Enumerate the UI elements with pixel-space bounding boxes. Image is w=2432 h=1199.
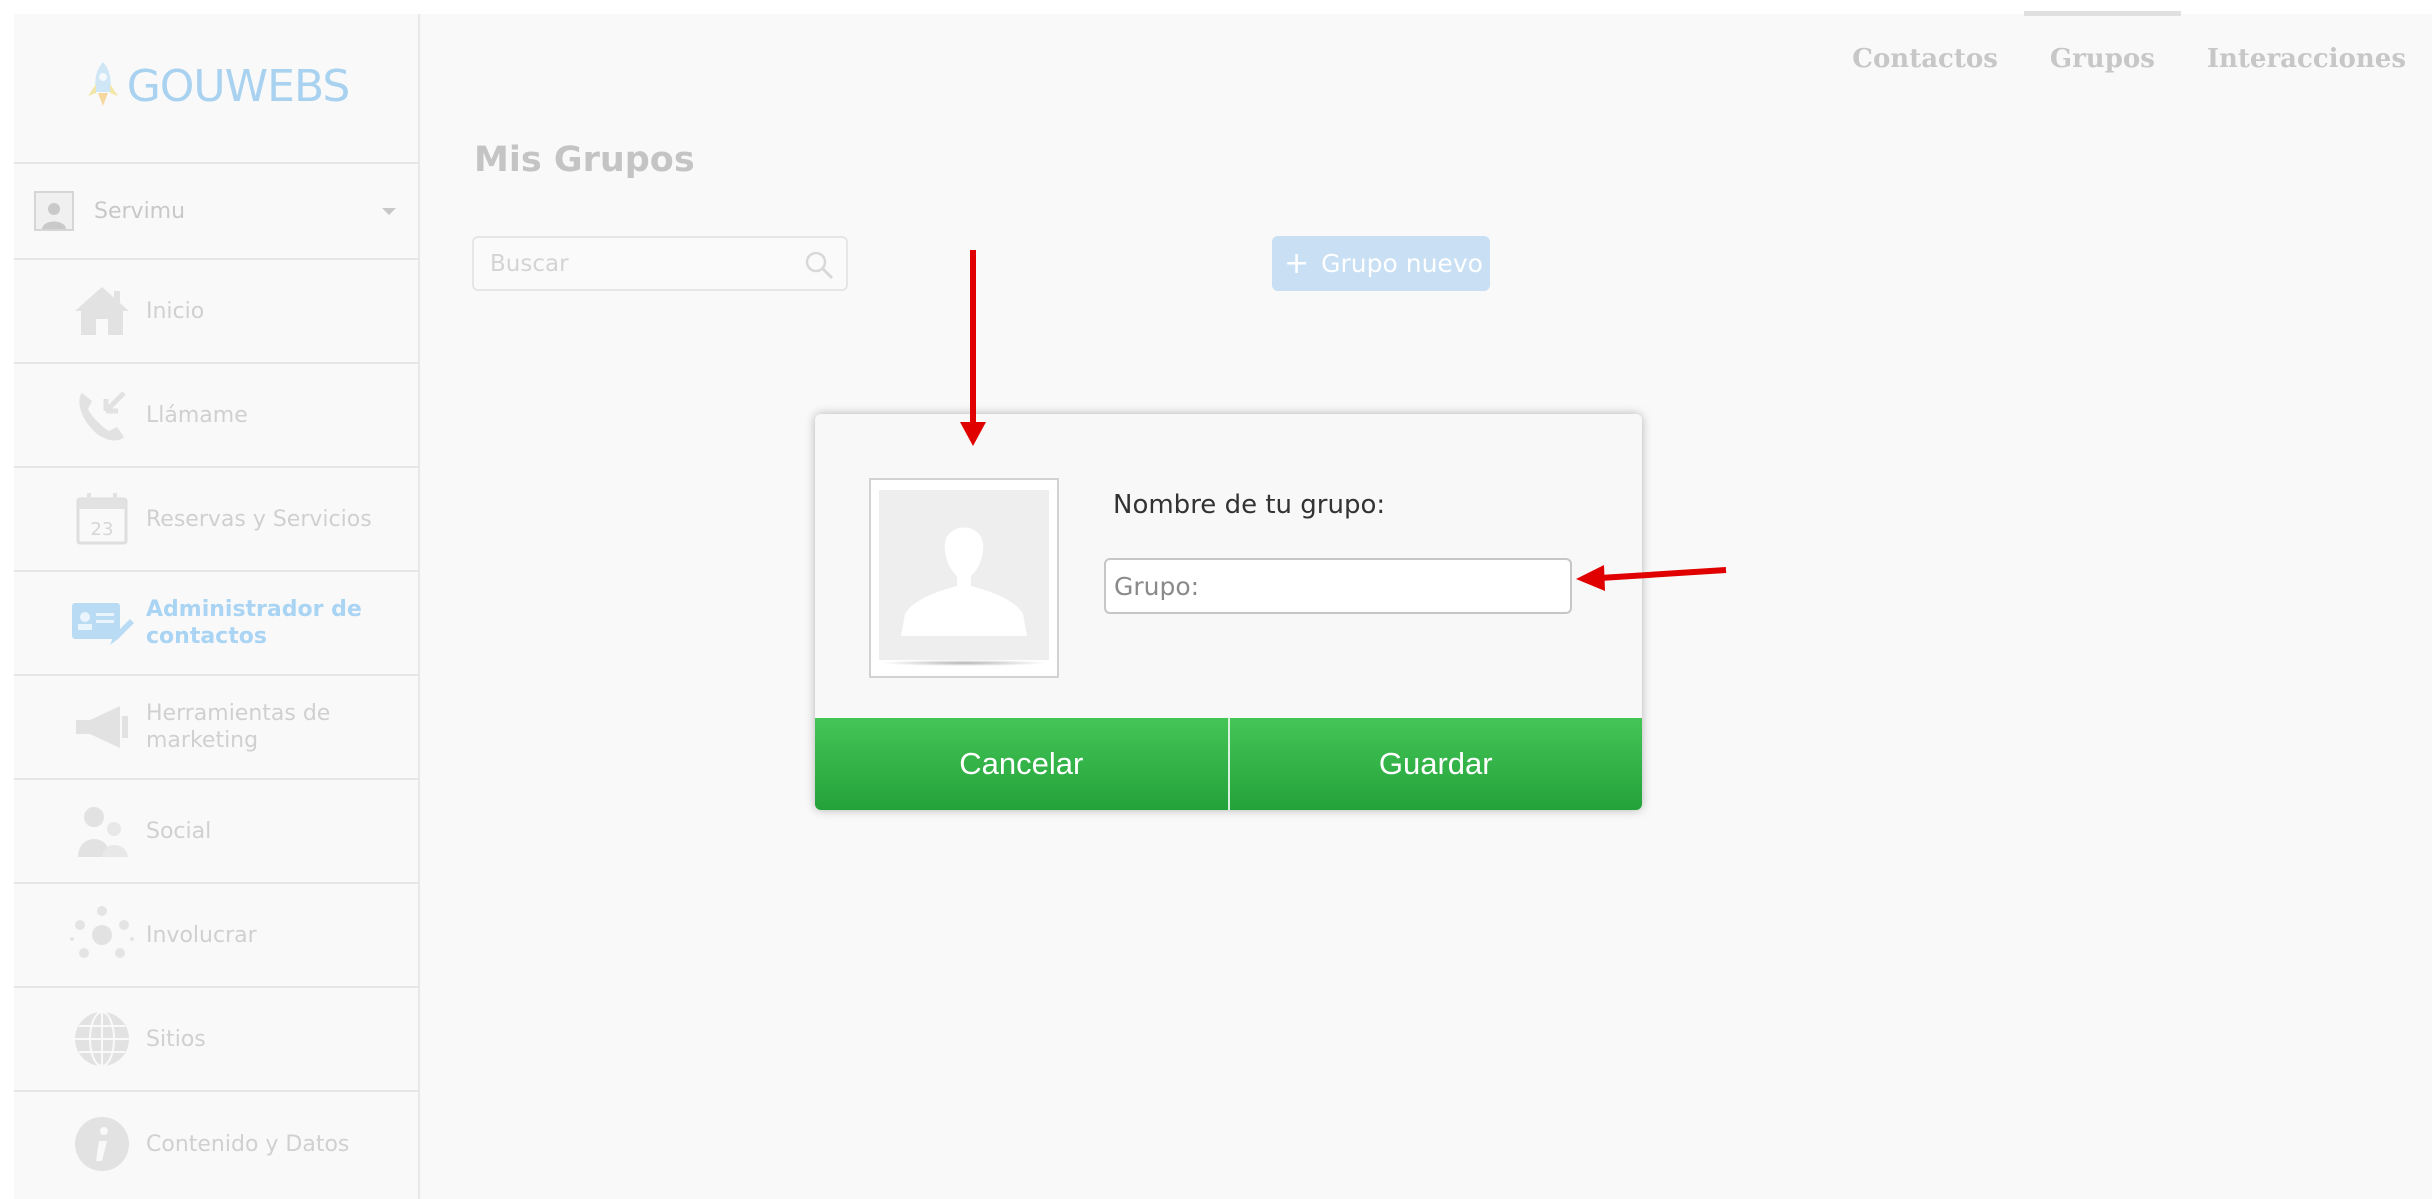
- plus-icon: +: [1284, 245, 1310, 281]
- calendar-icon: 23: [70, 487, 134, 551]
- new-group-button[interactable]: + Grupo nuevo: [1272, 236, 1490, 291]
- network-icon: [70, 903, 134, 967]
- modal-actions: Cancelar Guardar: [815, 718, 1642, 810]
- phone-icon: [70, 383, 134, 447]
- people-icon: [70, 799, 134, 863]
- top-nav: Contactos Grupos Interacciones: [1826, 11, 2432, 104]
- sidebar-item-label: Inicio: [146, 298, 205, 324]
- sidebar-item-contenido-y-datos[interactable]: Contenido y Datos: [14, 1092, 418, 1196]
- search-box: [472, 236, 848, 291]
- tab-grupos[interactable]: Grupos: [2023, 11, 2181, 104]
- new-group-label: Grupo nuevo: [1321, 249, 1483, 278]
- logo-text: GOUWEBS: [126, 60, 351, 112]
- info-icon: [70, 1112, 134, 1176]
- account-selector[interactable]: Servimu: [14, 164, 418, 260]
- sidebar-item-sitios[interactable]: Sitios: [14, 988, 418, 1092]
- sidebar-item-label: Sitios: [146, 1026, 206, 1052]
- page-title: Mis Grupos: [474, 140, 695, 180]
- tab-interacciones[interactable]: Interacciones: [2181, 14, 2432, 104]
- group-image-placeholder[interactable]: [869, 478, 1059, 678]
- search-icon[interactable]: [804, 250, 834, 284]
- person-silhouette-icon: [879, 490, 1049, 660]
- sidebar: GOUWEBS Servimu Inicio Llámame 23 Reserv…: [14, 14, 420, 1199]
- group-name-label: Nombre de tu grupo:: [1113, 490, 1386, 520]
- sidebar-item-label: Administrador de contactos: [146, 597, 362, 649]
- annotation-arrow-down-icon: [960, 250, 986, 446]
- sidebar-item-inicio[interactable]: Inicio: [14, 260, 418, 364]
- image-shadow: [881, 660, 1047, 666]
- globe-icon: [70, 1007, 134, 1071]
- save-button[interactable]: Guardar: [1227, 718, 1642, 810]
- logo[interactable]: GOUWEBS: [14, 14, 418, 164]
- annotation-arrow-left-icon: [1576, 565, 1727, 591]
- sidebar-item-label: Reservas y Servicios: [146, 506, 372, 532]
- sidebar-item-involucrar[interactable]: Involucrar: [14, 884, 418, 988]
- user-avatar-icon: [34, 191, 74, 231]
- sidebar-item-label: Involucrar: [146, 922, 257, 948]
- caret-down-icon: [382, 207, 396, 215]
- cancel-button[interactable]: Cancelar: [815, 718, 1228, 810]
- group-name-input[interactable]: [1104, 558, 1572, 614]
- sidebar-item-administrador-de-contactos[interactable]: Administrador de contactos: [14, 572, 418, 676]
- tab-contactos[interactable]: Contactos: [1826, 14, 2024, 104]
- search-input[interactable]: [474, 238, 846, 289]
- sidebar-item-label: Contenido y Datos: [146, 1131, 350, 1157]
- sidebar-item-label: Llámame: [146, 402, 248, 428]
- megaphone-icon: [70, 695, 134, 759]
- new-group-modal: Nombre de tu grupo: Cancelar Guardar: [815, 414, 1642, 810]
- sidebar-item-llamame[interactable]: Llámame: [14, 364, 418, 468]
- sidebar-item-reservas[interactable]: 23 Reservas y Servicios: [14, 468, 418, 572]
- account-name: Servimu: [94, 198, 186, 224]
- sidebar-item-label: Social: [146, 818, 212, 844]
- sidebar-item-label: Herramientas de marketing: [146, 701, 331, 753]
- calendar-day-number: 23: [91, 519, 114, 540]
- contact-card-icon: [70, 591, 134, 655]
- rocket-icon: [83, 60, 123, 112]
- sidebar-item-social[interactable]: Social: [14, 780, 418, 884]
- sidebar-item-herramientas-de-marketing[interactable]: Herramientas de marketing: [14, 676, 418, 780]
- home-icon: [70, 279, 134, 343]
